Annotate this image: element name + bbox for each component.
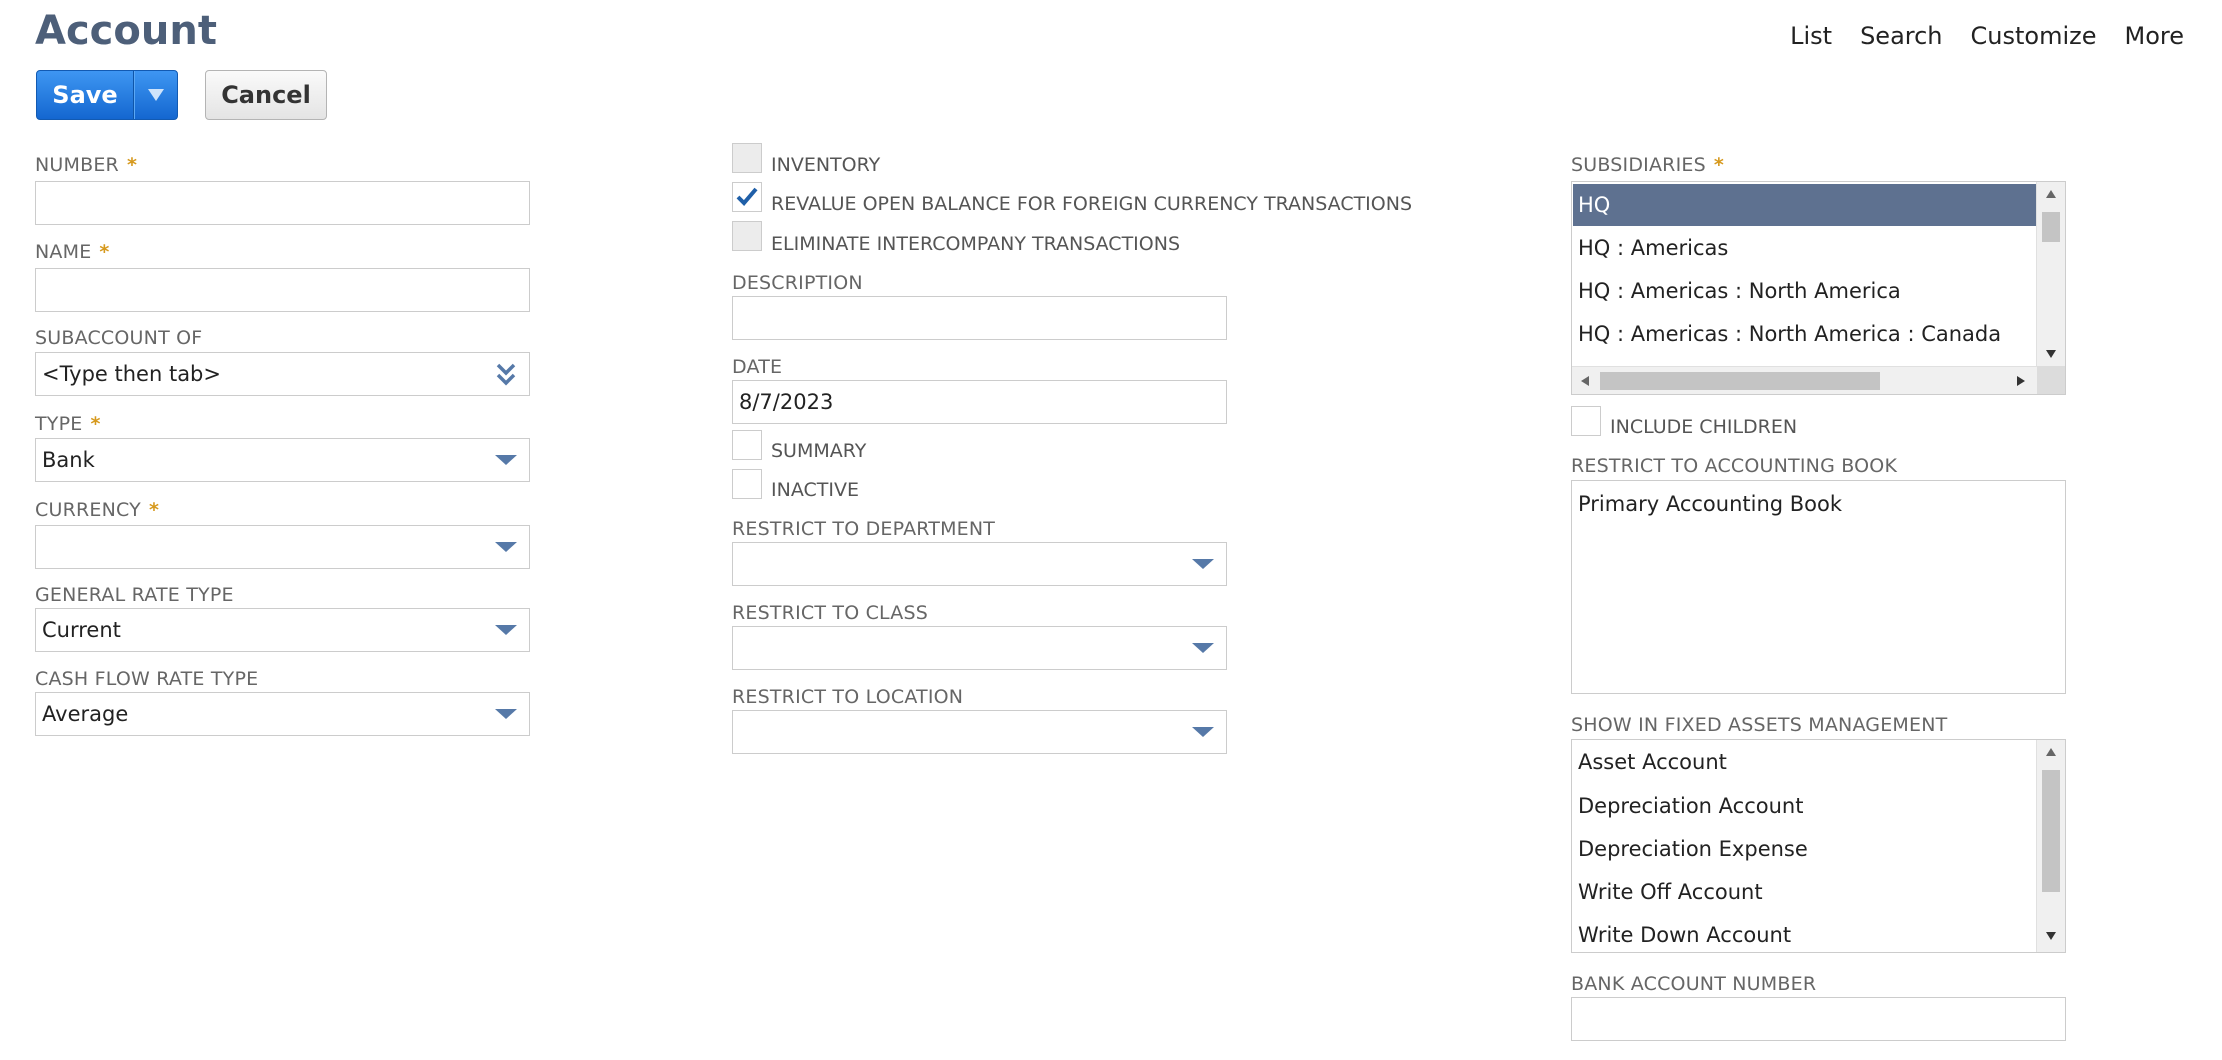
revalue-checkbox[interactable] xyxy=(732,182,762,212)
scroll-down-icon[interactable] xyxy=(2046,350,2056,358)
summary-label: SUMMARY xyxy=(771,440,867,462)
subaccount-value: <Type then tab> xyxy=(42,362,221,386)
triangle-down-icon xyxy=(148,89,164,101)
dropdown-arrow-icon xyxy=(1192,727,1214,737)
scroll-right-icon[interactable] xyxy=(2017,376,2025,386)
cash-flow-rate-type-label: CASH FLOW RATE TYPE xyxy=(35,668,259,690)
dropdown-arrow-icon xyxy=(1192,559,1214,569)
scrollbar-thumb[interactable] xyxy=(2042,770,2060,892)
summary-checkbox[interactable] xyxy=(732,430,762,460)
dropdown-arrow-icon xyxy=(495,625,517,635)
type-value: Bank xyxy=(42,448,95,472)
list-item[interactable]: HQ xyxy=(1573,184,2037,226)
scrollbar-thumb[interactable] xyxy=(1600,372,1880,390)
double-chevron-down-icon[interactable] xyxy=(495,362,517,388)
dropdown-arrow-icon xyxy=(495,542,517,552)
list-item[interactable]: HQ : Americas : North America xyxy=(1573,270,2037,312)
subaccount-label: SUBACCOUNT OF xyxy=(35,327,203,349)
eliminate-checkbox[interactable] xyxy=(732,221,762,251)
include-children-label: INCLUDE CHILDREN xyxy=(1610,416,1798,438)
scroll-up-icon[interactable] xyxy=(2046,748,2056,756)
top-nav: List Search Customize More xyxy=(1762,22,2184,50)
date-input[interactable]: 8/7/2023 xyxy=(732,380,1227,424)
required-marker: * xyxy=(148,499,160,521)
inactive-checkbox[interactable] xyxy=(732,469,762,499)
location-select[interactable] xyxy=(732,710,1227,754)
accounting-book-label: RESTRICT TO ACCOUNTING BOOK xyxy=(1571,455,1898,477)
customize-link[interactable]: Customize xyxy=(1971,22,2097,50)
list-item[interactable]: HQ : Americas : North America : Canada xyxy=(1573,313,2037,355)
list-item[interactable]: Asset Account xyxy=(1573,741,2037,783)
subaccount-input[interactable]: <Type then tab> xyxy=(35,352,530,396)
list-link[interactable]: List xyxy=(1790,22,1832,50)
list-item[interactable]: Depreciation Expense xyxy=(1573,828,2037,870)
vertical-scrollbar[interactable] xyxy=(2036,740,2065,952)
bank-account-number-input[interactable] xyxy=(1571,997,2066,1041)
more-link[interactable]: More xyxy=(2125,22,2185,50)
type-label: TYPE * xyxy=(35,413,101,435)
inventory-checkbox[interactable] xyxy=(732,143,762,173)
bank-account-number-label: BANK ACCOUNT NUMBER xyxy=(1571,973,1817,995)
name-input[interactable] xyxy=(35,268,530,312)
cancel-button[interactable]: Cancel xyxy=(205,70,327,120)
type-select[interactable]: Bank xyxy=(35,438,530,482)
save-button[interactable]: Save xyxy=(37,71,134,119)
currency-select[interactable] xyxy=(35,525,530,569)
list-item[interactable]: Depreciation Account xyxy=(1573,785,2037,827)
dropdown-arrow-icon xyxy=(1192,643,1214,653)
subsidiaries-listbox[interactable]: HQ HQ : Americas HQ : Americas : North A… xyxy=(1571,181,2066,395)
cash-flow-rate-type-select[interactable]: Average xyxy=(35,692,530,736)
required-marker: * xyxy=(99,241,110,263)
general-rate-type-select[interactable]: Current xyxy=(35,608,530,652)
description-input[interactable] xyxy=(732,296,1227,340)
number-label: NUMBER * xyxy=(35,154,138,176)
list-item[interactable]: Write Down Account xyxy=(1573,914,2037,952)
fixed-assets-label: SHOW IN FIXED ASSETS MANAGEMENT xyxy=(1571,714,1948,736)
scroll-left-icon[interactable] xyxy=(1581,376,1589,386)
class-select[interactable] xyxy=(732,626,1227,670)
list-item[interactable]: HQ : Americas xyxy=(1573,227,2037,269)
date-label: DATE xyxy=(732,356,783,378)
search-link[interactable]: Search xyxy=(1860,22,1942,50)
dropdown-arrow-icon xyxy=(495,455,517,465)
accounting-book-listbox[interactable]: Primary Accounting Book xyxy=(1571,480,2066,694)
save-options-button[interactable] xyxy=(134,71,177,119)
list-item[interactable]: Primary Accounting Book xyxy=(1573,483,2063,525)
required-marker: * xyxy=(1713,154,1724,176)
scrollbar-corner xyxy=(2037,366,2065,394)
description-label: DESCRIPTION xyxy=(732,272,863,294)
revalue-label: REVALUE OPEN BALANCE FOR FOREIGN CURRENC… xyxy=(771,193,1413,215)
checkmark-icon xyxy=(736,187,758,206)
general-rate-type-value: Current xyxy=(42,618,121,642)
page-title: Account xyxy=(35,8,217,54)
required-marker: * xyxy=(90,413,101,435)
include-children-checkbox[interactable] xyxy=(1571,406,1601,436)
cash-flow-rate-type-value: Average xyxy=(42,702,129,726)
general-rate-type-label: GENERAL RATE TYPE xyxy=(35,584,234,606)
required-marker: * xyxy=(126,154,138,176)
department-select[interactable] xyxy=(732,542,1227,586)
dropdown-arrow-icon xyxy=(495,709,517,719)
scrollbar-thumb[interactable] xyxy=(2042,212,2060,242)
horizontal-scrollbar[interactable] xyxy=(1572,366,2037,394)
location-label: RESTRICT TO LOCATION xyxy=(732,686,964,708)
save-button-group: Save xyxy=(36,70,178,120)
scroll-down-icon[interactable] xyxy=(2046,932,2056,940)
currency-label: CURRENCY * xyxy=(35,499,160,521)
inventory-label: INVENTORY xyxy=(771,154,881,176)
eliminate-label: ELIMINATE INTERCOMPANY TRANSACTIONS xyxy=(771,233,1181,255)
department-label: RESTRICT TO DEPARTMENT xyxy=(732,518,996,540)
list-item[interactable]: Write Off Account xyxy=(1573,871,2037,913)
number-input[interactable] xyxy=(35,181,530,225)
scroll-up-icon[interactable] xyxy=(2046,190,2056,198)
name-label: NAME * xyxy=(35,241,110,263)
vertical-scrollbar[interactable] xyxy=(2036,182,2065,366)
inactive-label: INACTIVE xyxy=(771,479,859,501)
class-label: RESTRICT TO CLASS xyxy=(732,602,928,624)
fixed-assets-listbox[interactable]: Asset Account Depreciation Account Depre… xyxy=(1571,739,2066,953)
subsidiaries-label: SUBSIDIARIES * xyxy=(1571,154,1724,176)
